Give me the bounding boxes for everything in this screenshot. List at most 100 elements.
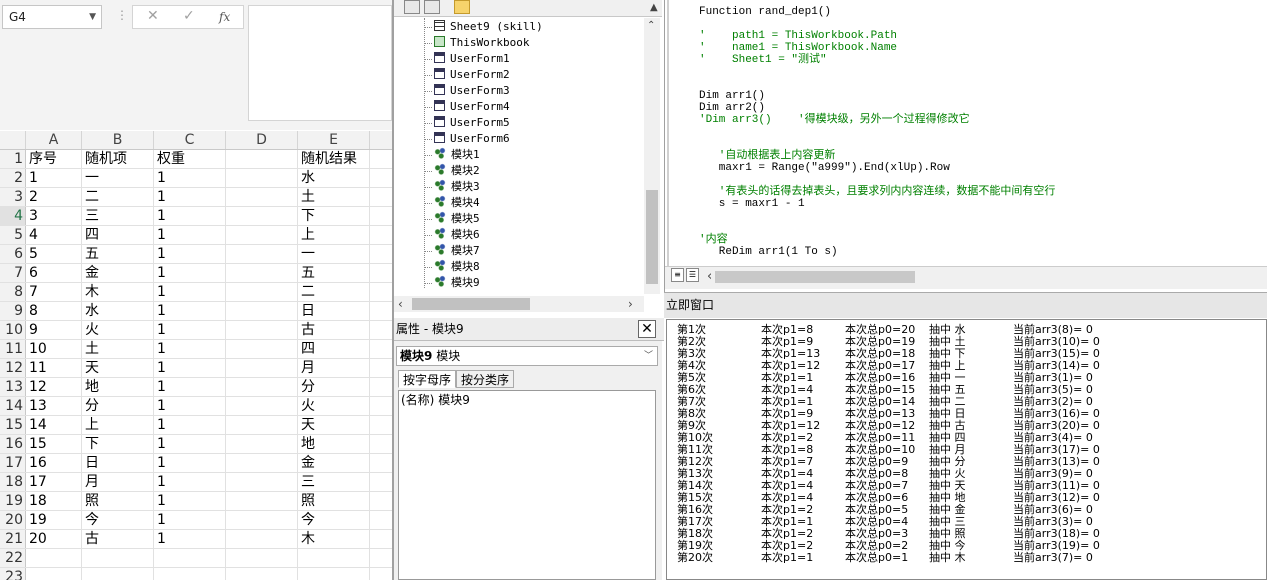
scroll-right-icon[interactable]: › <box>628 297 633 311</box>
cell-d[interactable] <box>226 340 298 358</box>
view-object-icon[interactable] <box>424 0 440 14</box>
tree-item[interactable]: 模块2 <box>434 163 480 179</box>
cell-d[interactable] <box>226 397 298 415</box>
cell-c[interactable]: 1 <box>154 302 226 320</box>
cell-c[interactable]: 1 <box>154 340 226 358</box>
cell-e[interactable]: 下 <box>298 207 370 225</box>
cell-b[interactable]: 日 <box>82 454 154 472</box>
cell-b[interactable] <box>82 568 154 580</box>
cell-c[interactable]: 1 <box>154 473 226 491</box>
cell-b[interactable]: 一 <box>82 169 154 187</box>
cell-c[interactable]: 权重 <box>154 150 226 168</box>
chevron-down-icon[interactable]: ▼ <box>89 6 96 28</box>
cell-a[interactable]: 9 <box>26 321 82 339</box>
formula-input[interactable] <box>248 5 392 121</box>
row-header[interactable]: 4 <box>0 207 26 225</box>
cell-b[interactable] <box>82 549 154 567</box>
cell-e[interactable] <box>298 568 370 580</box>
module-view-icon[interactable]: ☰ <box>686 268 699 282</box>
row-header[interactable]: 6 <box>0 245 26 263</box>
row-header[interactable]: 5 <box>0 226 26 244</box>
cell-e[interactable]: 月 <box>298 359 370 377</box>
cell-d[interactable] <box>226 435 298 453</box>
scroll-left-icon[interactable]: ‹ <box>707 269 712 284</box>
cell-e[interactable] <box>298 549 370 567</box>
cell-b[interactable]: 五 <box>82 245 154 263</box>
cell-a[interactable]: 序号 <box>26 150 82 168</box>
cell-d[interactable] <box>226 245 298 263</box>
cell-a[interactable] <box>26 549 82 567</box>
cell-e[interactable]: 古 <box>298 321 370 339</box>
property-value[interactable]: 模块9 <box>438 393 470 407</box>
object-selector[interactable]: 模块9 模块 ﹀ <box>396 346 658 366</box>
cell-b[interactable]: 分 <box>82 397 154 415</box>
row-header[interactable]: 8 <box>0 283 26 301</box>
cell-b[interactable]: 土 <box>82 340 154 358</box>
row-header[interactable]: 18 <box>0 473 26 491</box>
cell-c[interactable]: 1 <box>154 454 226 472</box>
row-header[interactable]: 17 <box>0 454 26 472</box>
cell-c[interactable]: 1 <box>154 416 226 434</box>
cell-e[interactable]: 随机结果 <box>298 150 370 168</box>
cell-b[interactable]: 三 <box>82 207 154 225</box>
cell-e[interactable]: 上 <box>298 226 370 244</box>
cell-b[interactable]: 今 <box>82 511 154 529</box>
cell-d[interactable] <box>226 302 298 320</box>
cell-b[interactable]: 四 <box>82 226 154 244</box>
cell-e[interactable]: 日 <box>298 302 370 320</box>
row-header[interactable]: 23 <box>0 568 26 580</box>
cell-a[interactable]: 11 <box>26 359 82 377</box>
cell-d[interactable] <box>226 568 298 580</box>
row-header[interactable]: 16 <box>0 435 26 453</box>
cell-e[interactable]: 水 <box>298 169 370 187</box>
row-header[interactable]: 9 <box>0 302 26 320</box>
cell-e[interactable]: 五 <box>298 264 370 282</box>
tree-item[interactable]: 模块9 <box>434 275 480 291</box>
cell-d[interactable] <box>226 207 298 225</box>
cell-a[interactable]: 14 <box>26 416 82 434</box>
cell-a[interactable]: 12 <box>26 378 82 396</box>
cell-a[interactable]: 19 <box>26 511 82 529</box>
cell-b[interactable]: 地 <box>82 378 154 396</box>
select-all-corner[interactable] <box>0 131 26 149</box>
row-header[interactable]: 20 <box>0 511 26 529</box>
cell-b[interactable]: 水 <box>82 302 154 320</box>
cell-d[interactable] <box>226 321 298 339</box>
property-row[interactable]: (名称) 模块9 <box>401 392 653 408</box>
cell-e[interactable]: 火 <box>298 397 370 415</box>
cell-d[interactable] <box>226 511 298 529</box>
tree-item[interactable]: 模块4 <box>434 195 480 211</box>
scroll-left-icon[interactable]: ‹ <box>398 297 403 311</box>
tree-item[interactable]: UserForm5 <box>434 115 510 131</box>
toggle-folders-icon[interactable] <box>454 0 470 14</box>
row-header[interactable]: 22 <box>0 549 26 567</box>
tree-item[interactable]: ThisWorkbook <box>434 35 529 51</box>
cell-e[interactable]: 今 <box>298 511 370 529</box>
tree-item[interactable]: 模块3 <box>434 179 480 195</box>
row-header[interactable]: 1 <box>0 150 26 168</box>
cell-b[interactable]: 随机项 <box>82 150 154 168</box>
cell-b[interactable]: 月 <box>82 473 154 491</box>
cell-c[interactable]: 1 <box>154 283 226 301</box>
cell-d[interactable] <box>226 454 298 472</box>
view-code-icon[interactable] <box>404 0 420 14</box>
tree-item[interactable]: 模块1 <box>434 147 480 163</box>
cell-b[interactable]: 金 <box>82 264 154 282</box>
cell-c[interactable]: 1 <box>154 321 226 339</box>
cell-d[interactable] <box>226 283 298 301</box>
cell-e[interactable]: 三 <box>298 473 370 491</box>
scroll-thumb[interactable] <box>715 271 915 283</box>
cell-c[interactable]: 1 <box>154 492 226 510</box>
column-header-b[interactable]: B <box>82 131 154 149</box>
cell-c[interactable]: 1 <box>154 359 226 377</box>
cell-a[interactable]: 18 <box>26 492 82 510</box>
row-header[interactable]: 12 <box>0 359 26 377</box>
cell-c[interactable]: 1 <box>154 207 226 225</box>
cell-d[interactable] <box>226 169 298 187</box>
cell-d[interactable] <box>226 549 298 567</box>
cell-d[interactable] <box>226 359 298 377</box>
cell-a[interactable]: 8 <box>26 302 82 320</box>
cell-e[interactable]: 天 <box>298 416 370 434</box>
cell-c[interactable]: 1 <box>154 188 226 206</box>
row-header[interactable]: 13 <box>0 378 26 396</box>
